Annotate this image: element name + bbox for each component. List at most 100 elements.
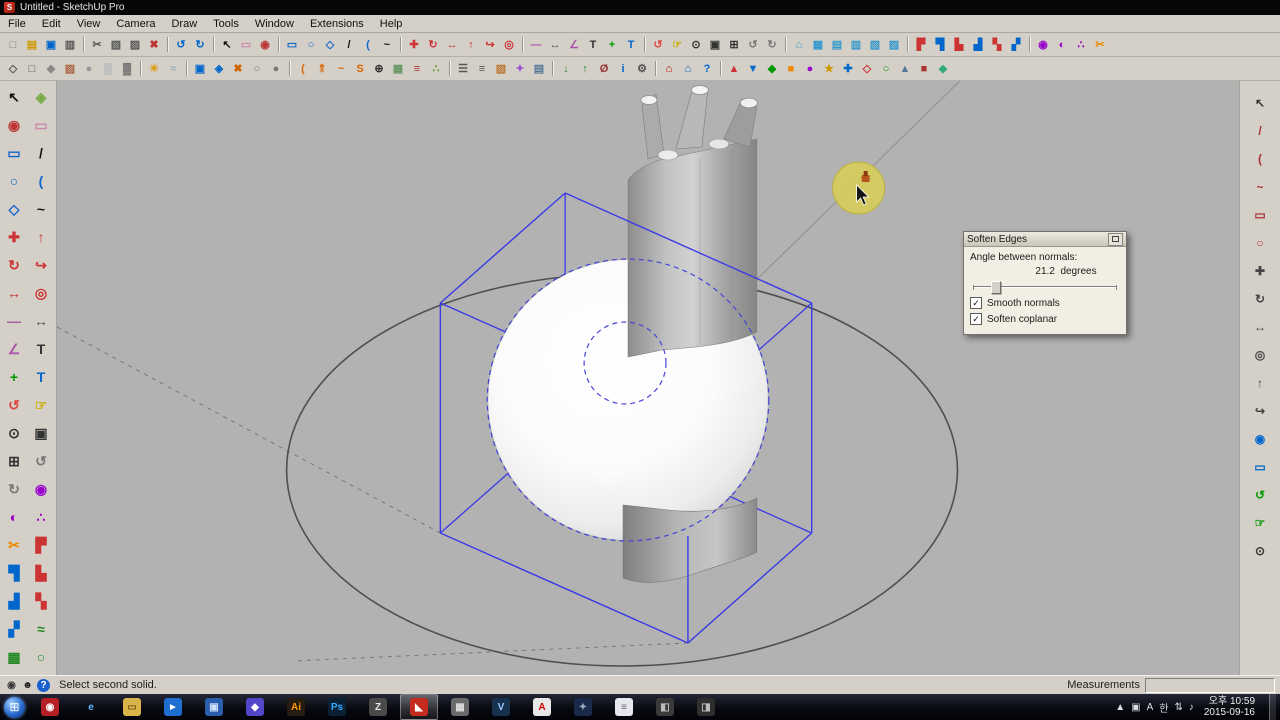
menu-edit[interactable]: Edit [34, 17, 69, 31]
polygon-icon[interactable]: ◇ [321, 36, 339, 54]
taskbar-media-player[interactable]: ► [154, 694, 192, 720]
fork-prong-2[interactable] [675, 88, 709, 150]
3d-text-icon[interactable]: T [28, 364, 54, 390]
solid-union-icon[interactable]: ▙ [28, 560, 54, 586]
copy-icon[interactable]: ▧ [107, 36, 125, 54]
joint-push-pull-icon[interactable]: ⇑ [313, 60, 331, 78]
walk-icon[interactable]: ∴ [28, 504, 54, 530]
dimension-icon[interactable]: ↔ [28, 308, 54, 334]
curviloft-icon[interactable]: ~ [332, 60, 350, 78]
styles-panel-icon[interactable]: ✦ [511, 60, 529, 78]
rp-zoom-icon[interactable]: ⊙ [1250, 541, 1270, 561]
taskbar-clock[interactable]: 오후 10:59 2015-09-16 [1200, 696, 1263, 718]
solid-subtract-icon[interactable]: ▟ [1, 588, 27, 614]
taskbar-dark-app-2[interactable]: ◨ [687, 694, 725, 720]
3d-warehouse-icon[interactable]: ⌂ [679, 60, 697, 78]
wireframe-icon[interactable]: ◇ [4, 60, 22, 78]
look-around-icon[interactable]: ◐ [1, 504, 27, 530]
paint-bucket-icon[interactable]: ◉ [256, 36, 274, 54]
zoom-extents-icon[interactable]: ⊞ [1, 448, 27, 474]
zoom-next-icon[interactable]: ↻ [1, 476, 27, 502]
solid-intersect-icon[interactable]: ▜ [1, 560, 27, 586]
taskbar-illustrator[interactable]: Ai [277, 694, 315, 720]
tray-network-icon[interactable]: ⇅ [1174, 702, 1182, 713]
menu-draw[interactable]: Draw [163, 17, 205, 31]
soap-skin-icon[interactable]: ▦ [389, 60, 407, 78]
back-edges-icon[interactable]: ▓ [118, 60, 136, 78]
3d-text-icon[interactable]: T [622, 36, 640, 54]
shadows-icon[interactable]: ☀ [145, 60, 163, 78]
text-icon[interactable]: T [584, 36, 602, 54]
taskbar-internet-explorer[interactable]: e [72, 694, 110, 720]
viewport[interactable]: Soften Edges Angle between normals: 21.2… [57, 81, 1239, 676]
views-left-icon[interactable]: ▨ [885, 36, 903, 54]
circle-icon[interactable]: ○ [1, 168, 27, 194]
zoom-window-icon[interactable]: ▣ [28, 420, 54, 446]
follow-me-icon[interactable]: ↪ [28, 252, 54, 278]
eraser-icon[interactable]: ▭ [237, 36, 255, 54]
ime-a-icon[interactable]: A [1147, 702, 1154, 713]
rp-pan-icon[interactable]: ☞ [1250, 513, 1270, 533]
taskbar-red-browser[interactable]: ◉ [31, 694, 69, 720]
bezier-spline-icon[interactable]: S [351, 60, 369, 78]
menu-tools[interactable]: Tools [205, 17, 247, 31]
make-component-icon[interactable]: ◈ [28, 84, 54, 110]
rp-arc-icon[interactable]: ( [1250, 149, 1270, 169]
freehand-icon[interactable]: ~ [378, 36, 396, 54]
rotate-icon[interactable]: ↻ [1, 252, 27, 278]
sandbox-from-scratch-icon[interactable]: ▦ [1, 644, 27, 670]
plugin-l-icon[interactable]: ◆ [934, 60, 952, 78]
import-icon[interactable]: ↓ [557, 60, 575, 78]
status-geolocation-icon[interactable]: ◉ [5, 679, 18, 692]
ime-hangul-icon[interactable]: 한 [1159, 700, 1168, 715]
tray-volume-icon[interactable]: ♪ [1189, 702, 1194, 713]
menu-camera[interactable]: Camera [108, 17, 163, 31]
hide-icon[interactable]: ○ [248, 60, 266, 78]
plugin-i-icon[interactable]: ○ [877, 60, 895, 78]
text-icon[interactable]: T [28, 336, 54, 362]
line-icon[interactable]: / [28, 140, 54, 166]
taskbar-app-gray[interactable]: ▦ [441, 694, 479, 720]
taskbar-settings-blue[interactable]: ▣ [195, 694, 233, 720]
print-icon[interactable]: ▥ [61, 36, 79, 54]
rp-rect-icon[interactable]: ▭ [1250, 205, 1270, 225]
slicer-icon[interactable]: ≡ [408, 60, 426, 78]
views-top-icon[interactable]: ▦ [809, 36, 827, 54]
menu-view[interactable]: View [69, 17, 109, 31]
taskbar-zbrush[interactable]: Z [359, 694, 397, 720]
monochrome-icon[interactable]: ● [80, 60, 98, 78]
rp-freehand-icon[interactable]: ~ [1250, 177, 1270, 197]
views-right-icon[interactable]: ▥ [847, 36, 865, 54]
menu-file[interactable]: File [0, 17, 34, 31]
plugin-g-icon[interactable]: ✚ [839, 60, 857, 78]
save-icon[interactable]: ▣ [42, 36, 60, 54]
scale-icon[interactable]: ↔ [443, 36, 461, 54]
rp-select-icon[interactable]: ↖ [1250, 93, 1270, 113]
select-icon[interactable]: ↖ [1, 84, 27, 110]
scenes-icon[interactable]: ▤ [530, 60, 548, 78]
zoom-window-icon[interactable]: ▣ [706, 36, 724, 54]
plugin-a-icon[interactable]: ▲ [725, 60, 743, 78]
smoove-icon[interactable]: ○ [28, 644, 54, 670]
views-front-icon[interactable]: ▤ [828, 36, 846, 54]
weld-icon[interactable]: ⊕ [370, 60, 388, 78]
fog-icon[interactable]: ≈ [164, 60, 182, 78]
paint-bucket-icon[interactable]: ◉ [1, 112, 27, 138]
axes-icon[interactable]: + [603, 36, 621, 54]
new-icon[interactable]: □ [4, 36, 22, 54]
follow-me-icon[interactable]: ↪ [481, 36, 499, 54]
offset-icon[interactable]: ◎ [500, 36, 518, 54]
solid-outer-shell-icon[interactable]: ▛ [912, 36, 930, 54]
status-help-icon[interactable]: ? [37, 678, 50, 692]
walk-icon[interactable]: ∴ [1072, 36, 1090, 54]
unhide-icon[interactable]: ● [267, 60, 285, 78]
freehand-icon[interactable]: ~ [28, 196, 54, 222]
orbit-icon[interactable]: ↺ [649, 36, 667, 54]
soften-coplanar-checkbox[interactable]: ✓ [970, 313, 982, 325]
plugin-b-icon[interactable]: ▼ [744, 60, 762, 78]
taskbar-sketchup[interactable]: ◣ [400, 694, 438, 720]
pan-icon[interactable]: ☞ [668, 36, 686, 54]
rp-circle-icon[interactable]: ○ [1250, 233, 1270, 253]
taskbar-autocad[interactable]: A [523, 694, 561, 720]
slider-thumb[interactable] [990, 281, 1001, 294]
